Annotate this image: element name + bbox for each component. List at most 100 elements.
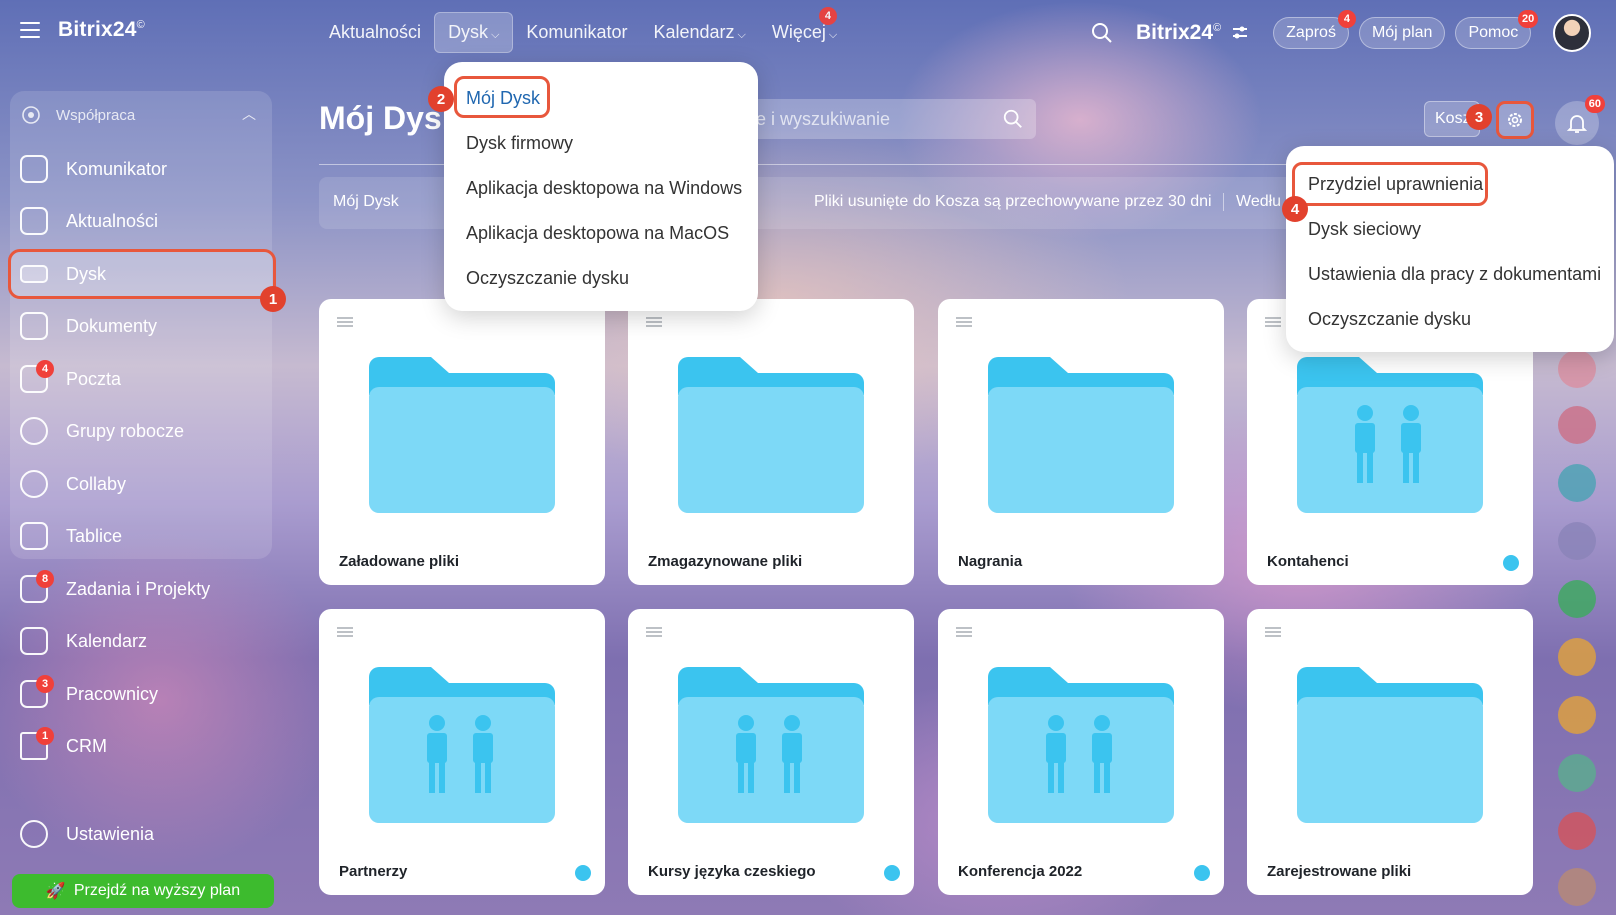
plan-button[interactable]: Mój plan bbox=[1358, 17, 1446, 49]
avatar[interactable] bbox=[1553, 14, 1592, 52]
sort-button[interactable]: Wedłu bbox=[1223, 193, 1281, 211]
shared-icon bbox=[1194, 865, 1210, 881]
drag-handle-icon[interactable] bbox=[956, 317, 972, 327]
topnav-label: Komunikator bbox=[526, 22, 628, 42]
sidebar-group-header[interactable]: Współpraca ︿ bbox=[20, 104, 256, 126]
sidebar-item-kalendarz[interactable]: Kalendarz bbox=[10, 618, 272, 664]
sidebar-item-label: Aktualności bbox=[66, 210, 159, 231]
gear-icon bbox=[1508, 113, 1522, 127]
menu-item-windows-app[interactable]: Aplikacja desktopowa na Windows bbox=[466, 178, 742, 199]
sidebar-item-ustawienia[interactable]: Ustawienia bbox=[10, 811, 272, 857]
menu-item-company-drive[interactable]: Dysk firmowy bbox=[466, 133, 573, 154]
folder-card[interactable]: Załadowane pliki bbox=[319, 299, 605, 585]
menu-icon[interactable] bbox=[20, 22, 40, 38]
search-icon[interactable] bbox=[1002, 108, 1024, 130]
task-icon[interactable] bbox=[1558, 464, 1596, 502]
topnav-kalendarz[interactable]: Kalendarz ⌵ bbox=[640, 13, 758, 52]
sidebar-item-dysk[interactable]: Dysk bbox=[10, 251, 272, 297]
search-input[interactable]: ie i wyszukiwanie bbox=[740, 99, 1036, 139]
collab-icon bbox=[22, 106, 40, 124]
upgrade-button[interactable]: 🚀 Przejdź na wyższy plan bbox=[12, 874, 274, 908]
dysk-dropdown: Mój Dysk Dysk firmowy Aplikacja desktopo… bbox=[444, 62, 758, 311]
drag-handle-icon[interactable] bbox=[956, 627, 972, 637]
calendar-icon[interactable] bbox=[1558, 580, 1596, 618]
drag-handle-icon[interactable] bbox=[1265, 627, 1281, 637]
sidebar-item-label: Ustawienia bbox=[66, 823, 155, 844]
invite-button[interactable]: Zaproś 4 bbox=[1273, 10, 1356, 49]
menu-item-disk-cleanup[interactable]: Oczyszczanie dysku bbox=[466, 268, 629, 289]
folder-icon bbox=[369, 667, 555, 823]
news-icon bbox=[20, 207, 48, 235]
task-icon[interactable] bbox=[1558, 754, 1596, 792]
invite-badge: 4 bbox=[1337, 10, 1356, 28]
sidebar-item-poczta[interactable]: 4 Poczta bbox=[10, 356, 272, 402]
sidebar-item-tablice[interactable]: Tablice bbox=[10, 513, 272, 559]
menu-item-network-drive[interactable]: Dysk sieciowy bbox=[1308, 219, 1421, 240]
logo-text: Bitrix24 bbox=[58, 18, 137, 41]
folder-card[interactable]: Zarejestrowane pliki bbox=[1247, 609, 1533, 895]
folder-icon bbox=[1297, 357, 1483, 513]
sidebar-item-collaby[interactable]: Collaby bbox=[10, 461, 272, 507]
menu-item-disk-cleanup[interactable]: Oczyszczanie dysku bbox=[1308, 309, 1471, 330]
board-icon bbox=[20, 522, 48, 550]
topnav-wiecej[interactable]: Więcej ⌵ 4 bbox=[759, 7, 850, 52]
settings-gear-button[interactable] bbox=[1496, 101, 1534, 139]
logo[interactable]: Bitrix24© bbox=[58, 18, 145, 42]
sliders-icon[interactable] bbox=[1231, 24, 1249, 42]
task-icon[interactable] bbox=[1558, 638, 1596, 676]
sidebar-item-label: Komunikator bbox=[66, 158, 168, 179]
drag-handle-icon[interactable] bbox=[337, 627, 353, 637]
step-marker: 4 bbox=[1282, 196, 1308, 222]
sidebar-item-crm[interactable]: 1 CRM bbox=[10, 723, 272, 769]
help-button[interactable]: Pomoc 20 bbox=[1455, 10, 1539, 49]
drag-handle-icon[interactable] bbox=[646, 317, 662, 327]
drag-handle-icon[interactable] bbox=[1265, 317, 1281, 327]
breadcrumb[interactable]: Mój Dysk bbox=[333, 193, 399, 211]
sidebar-item-dokumenty[interactable]: Dokumenty bbox=[10, 303, 272, 349]
brand-mark: © bbox=[1213, 22, 1222, 34]
topnav-label: Aktualności bbox=[329, 22, 422, 42]
sidebar-item-label: Pracownicy bbox=[66, 683, 159, 704]
sidebar-item-label: Collaby bbox=[66, 473, 127, 494]
search-icon[interactable] bbox=[1090, 21, 1114, 45]
sidebar-item-label: CRM bbox=[66, 735, 107, 756]
sidebar-item-zadania[interactable]: 8 Zadania i Projekty bbox=[10, 566, 272, 612]
folder-name: Kursy języka czeskiego bbox=[648, 863, 816, 880]
folder-card[interactable]: Zmagazynowane pliki bbox=[628, 299, 914, 585]
folder-icon bbox=[678, 667, 864, 823]
menu-item-my-drive[interactable]: Mój Dysk bbox=[466, 88, 540, 109]
task-icon[interactable] bbox=[1558, 522, 1596, 560]
folder-card[interactable]: Konferencja 2022 bbox=[938, 609, 1224, 895]
task-icon[interactable] bbox=[1558, 696, 1596, 734]
menu-item-macos-app[interactable]: Aplikacja desktopowa na MacOS bbox=[466, 223, 729, 244]
folder-card[interactable]: Partnerzy bbox=[319, 609, 605, 895]
folder-card[interactable]: Nagrania bbox=[938, 299, 1224, 585]
task-icon[interactable] bbox=[1558, 406, 1596, 444]
sidebar-item-pracownicy[interactable]: 3 Pracownicy bbox=[10, 671, 272, 717]
chat-avatar[interactable] bbox=[1558, 350, 1596, 388]
sidebar-item-komunikator[interactable]: Komunikator bbox=[10, 146, 272, 192]
menu-item-permissions[interactable]: Przydziel uprawnienia bbox=[1308, 174, 1483, 195]
menu-item-document-settings[interactable]: Ustawienia dla pracy z dokumentami bbox=[1308, 264, 1601, 285]
rocket-icon: 🚀 bbox=[45, 883, 66, 900]
sidebar-item-label: Grupy robocze bbox=[66, 420, 185, 441]
sidebar-item-grupy[interactable]: Grupy robocze bbox=[10, 408, 272, 454]
folder-icon bbox=[1297, 667, 1483, 823]
logo-area: Bitrix24© bbox=[20, 18, 145, 42]
topnav-komunikator[interactable]: Komunikator bbox=[513, 13, 640, 52]
topnav-aktualnosci[interactable]: Aktualności bbox=[316, 13, 434, 52]
notifications-button[interactable]: 60 bbox=[1555, 95, 1605, 145]
chevron-down-icon: ⌵ bbox=[737, 29, 746, 41]
sidebar-item-aktualnosci[interactable]: Aktualności bbox=[10, 198, 272, 244]
sidebar-item-label: Tablice bbox=[66, 525, 123, 546]
chat-avatar[interactable] bbox=[1558, 868, 1596, 906]
folder-name: Zarejestrowane pliki bbox=[1267, 863, 1412, 880]
video-icon[interactable] bbox=[1558, 812, 1596, 850]
folder-card[interactable]: Kursy języka czeskiego bbox=[628, 609, 914, 895]
drag-handle-icon[interactable] bbox=[646, 627, 662, 637]
step-marker: 3 bbox=[1466, 104, 1492, 130]
topnav-dysk[interactable]: Dysk ⌵ bbox=[434, 12, 514, 53]
drag-handle-icon[interactable] bbox=[337, 317, 353, 327]
sidebar-item-label: Poczta bbox=[66, 368, 122, 389]
brand-logo[interactable]: Bitrix24© bbox=[1136, 21, 1221, 45]
